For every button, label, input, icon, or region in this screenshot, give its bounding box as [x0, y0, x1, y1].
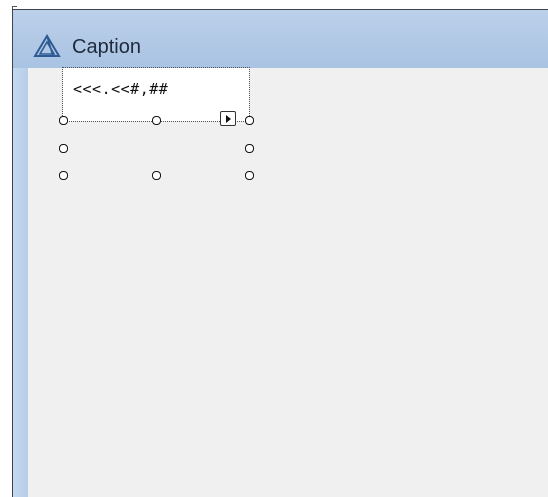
- resize-handle-bottom[interactable]: [152, 171, 161, 180]
- window-left-border: [13, 68, 28, 497]
- app-logo-icon: [33, 34, 61, 58]
- smart-tag-arrow-icon[interactable]: [220, 111, 236, 126]
- resize-handle-top-right[interactable]: [245, 116, 254, 125]
- window-title: Caption: [72, 36, 141, 58]
- resize-handle-bottom-right[interactable]: [245, 171, 254, 180]
- title-bar[interactable]: Caption: [13, 10, 548, 68]
- control-text: <<<.<<#,##: [73, 80, 169, 98]
- resize-handle-left[interactable]: [59, 144, 68, 153]
- form-client-area[interactable]: [28, 68, 548, 497]
- resize-handle-right[interactable]: [245, 144, 254, 153]
- resize-handle-top[interactable]: [152, 116, 161, 125]
- resize-handle-top-left[interactable]: [59, 116, 68, 125]
- form-window[interactable]: Caption <<<.<<#,##: [12, 9, 548, 497]
- resize-handle-bottom-left[interactable]: [59, 171, 68, 180]
